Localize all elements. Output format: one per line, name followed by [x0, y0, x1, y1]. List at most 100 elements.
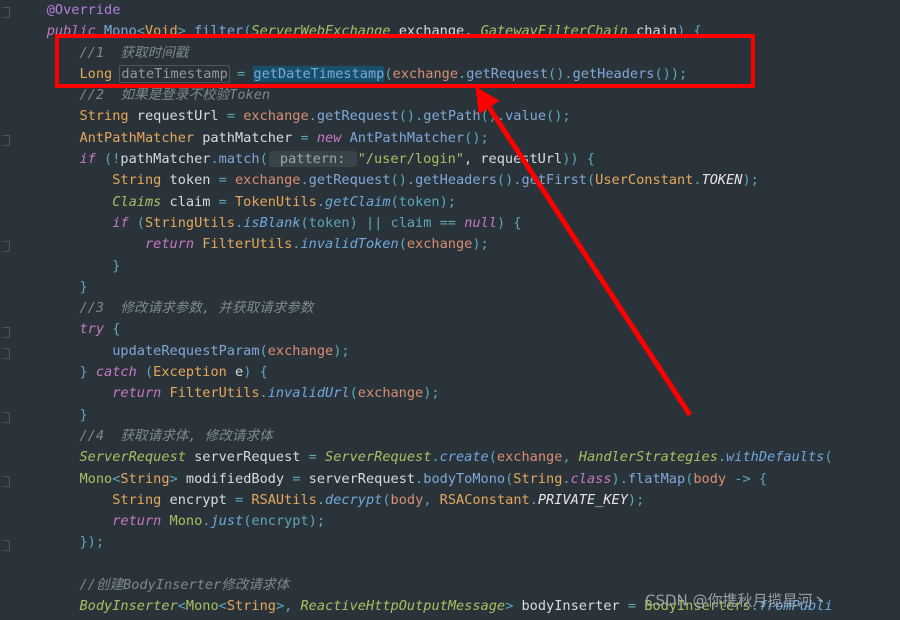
code-line[interactable]: return FilterUtils.invalidUrl(exchange); — [14, 383, 900, 404]
code-token: (token) || claim — [300, 214, 440, 231]
code-token: ); — [423, 385, 440, 402]
code-line[interactable]: } — [14, 277, 900, 298]
code-fold-marker[interactable] — [3, 347, 10, 359]
code-token: flatMap — [627, 470, 686, 487]
code-editor[interactable]: @Override public Mono<Void> filter(Serve… — [0, 0, 900, 620]
code-line[interactable]: return Mono.just(encrypt); — [14, 511, 900, 532]
code-fold-marker[interactable] — [3, 134, 10, 146]
code-token: (); — [546, 108, 571, 125]
code-token: exchange — [235, 172, 301, 189]
code-line[interactable] — [14, 554, 900, 575]
code-line[interactable]: Mono<String> modifiedBody = serverReques… — [14, 469, 900, 490]
code-token: isBlank — [243, 214, 301, 231]
code-line[interactable]: updateRequestParam(exchange); — [14, 341, 900, 362]
code-token: ) — [611, 470, 620, 487]
code-line[interactable]: } — [14, 405, 900, 426]
code-line[interactable]: ServerRequest serverRequest = ServerRequ… — [14, 447, 900, 468]
code-token: = — [218, 193, 227, 210]
code-line[interactable]: } — [14, 256, 900, 277]
code-token: getPath — [423, 108, 481, 125]
code-token: serverRequest — [300, 470, 416, 487]
code-line[interactable]: }); — [14, 532, 900, 553]
code-token: token — [161, 172, 219, 189]
code-token: HandlerStrategies — [578, 449, 718, 466]
code-token: UserConstant — [595, 172, 694, 189]
code-token: . — [300, 172, 309, 189]
code-token: AntPathMatcher — [349, 129, 465, 146]
code-token: return — [112, 513, 170, 530]
code-line[interactable]: if (StringUtils.isBlank(token) || claim … — [14, 213, 900, 234]
code-line[interactable]: if (!pathMatcher.match( pattern: "/user/… — [14, 149, 900, 170]
code-line[interactable]: return FilterUtils.invalidToken(exchange… — [14, 234, 900, 255]
code-fold-marker[interactable] — [3, 326, 10, 338]
code-fold-marker[interactable] — [3, 7, 10, 18]
code-token: serverRequest — [185, 449, 309, 466]
code-token: ServerRequest — [79, 449, 186, 466]
code-fold-marker[interactable] — [3, 411, 10, 423]
code-token: exchange — [406, 236, 473, 253]
code-token: ); — [472, 236, 489, 253]
code-line[interactable]: //2 如果是登录不校验Token — [14, 85, 900, 106]
code-line[interactable]: //4 获取请求体, 修改请求体 — [14, 426, 900, 447]
code-token: just — [210, 513, 244, 530]
code-line[interactable]: try { — [14, 319, 900, 340]
code-token: ( — [488, 449, 497, 466]
code-token: ( — [144, 364, 154, 381]
code-fold-marker[interactable] — [3, 475, 10, 487]
code-token: exchange — [496, 449, 563, 466]
code-line[interactable]: String token = exchange.getRequest().get… — [14, 170, 900, 191]
code-token: //4 获取请求体, 修改请求体 — [79, 427, 273, 444]
code-token: = — [226, 108, 235, 125]
code-token: } — [79, 406, 88, 423]
code-token: , — [423, 491, 440, 508]
code-token: BodyInserter — [79, 598, 178, 615]
editor-gutter[interactable] — [0, 0, 14, 620]
code-token: , — [562, 449, 579, 466]
code-token: ( — [349, 385, 358, 402]
code-fold-marker[interactable] — [3, 539, 10, 551]
code-token: create — [439, 449, 489, 466]
code-token: { — [112, 321, 121, 338]
code-token: bodyToMono — [423, 470, 506, 487]
code-line[interactable]: @Override — [14, 0, 900, 21]
code-token: () — [398, 108, 416, 125]
code-token: = — [308, 449, 317, 466]
code-token: . — [619, 470, 628, 487]
code-token: pattern: — [268, 151, 357, 168]
code-fold-marker[interactable] — [3, 241, 10, 253]
code-token: invalidUrl — [267, 385, 350, 402]
code-line[interactable]: Claims claim = TokenUtils.getClaim(token… — [14, 192, 900, 213]
code-token: ( — [259, 342, 268, 359]
code-token: "/user/login" — [357, 151, 464, 168]
code-token: < — [177, 598, 186, 615]
code-token: }); — [79, 534, 105, 551]
code-token: )) { — [562, 151, 595, 168]
code-token: class — [570, 470, 612, 487]
code-content[interactable]: @Override public Mono<Void> filter(Serve… — [14, 0, 900, 620]
code-token: } — [79, 278, 88, 295]
code-token: ) { — [496, 214, 522, 231]
code-token: ); — [627, 491, 645, 508]
code-token: value — [505, 108, 547, 125]
code-token: TokenUtils — [235, 193, 317, 210]
code-token: PRIVATE_KEY — [537, 491, 628, 508]
code-line[interactable]: String encrypt = RSAUtils.decrypt(body, … — [14, 490, 900, 511]
code-line[interactable]: } catch (Exception e) { — [14, 362, 900, 383]
code-line[interactable]: AntPathMatcher pathMatcher = new AntPath… — [14, 128, 900, 149]
code-token: . — [529, 491, 538, 508]
code-line[interactable]: //3 修改请求参数, 并获取请求参数 — [14, 298, 900, 319]
code-token: } — [112, 257, 121, 274]
code-line[interactable]: String requestUrl = exchange.getRequest(… — [14, 106, 900, 127]
code-token: (! — [104, 151, 121, 168]
